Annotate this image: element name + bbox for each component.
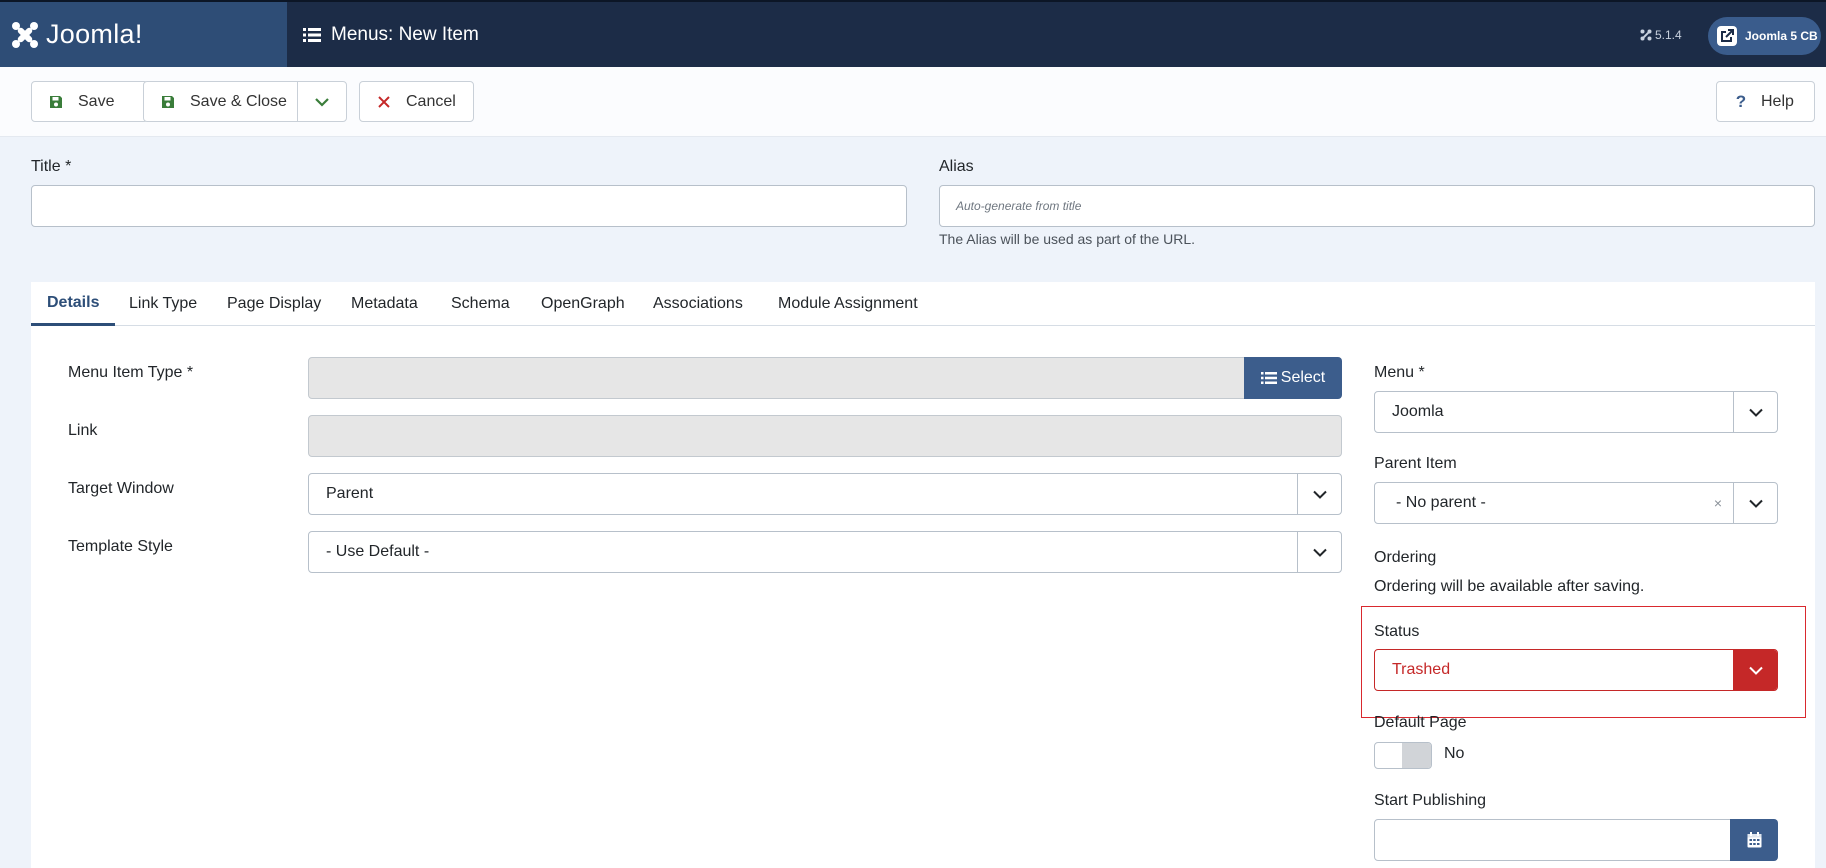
chevron-down-icon	[1297, 532, 1341, 572]
version-text: 5.1.4	[1655, 28, 1682, 42]
list-icon	[1260, 372, 1277, 384]
tab-metadata[interactable]: Metadata	[351, 282, 418, 326]
alias-input[interactable]: Auto-generate from title	[939, 185, 1815, 227]
menu-value: Joomla	[1392, 403, 1444, 420]
menu-label: Menu *	[1374, 364, 1425, 381]
save-close-label: Save & Close	[190, 92, 287, 110]
toggle-knob	[1402, 743, 1431, 768]
cancel-button[interactable]: Cancel	[359, 81, 474, 122]
tab-associations[interactable]: Associations	[653, 282, 743, 326]
tab-module-assignment[interactable]: Module Assignment	[778, 282, 918, 326]
save-label: Save	[78, 92, 115, 110]
target-window-select[interactable]: Parent	[308, 473, 1342, 515]
help-button[interactable]: ? Help	[1716, 81, 1815, 122]
chevron-down-icon	[315, 97, 329, 107]
cancel-label: Cancel	[406, 92, 456, 110]
start-publishing-input[interactable]	[1374, 819, 1731, 861]
ordering-label: Ordering	[1374, 549, 1437, 566]
version-label: 5.1.4	[1640, 28, 1682, 42]
chevron-down-icon	[1297, 474, 1341, 514]
select-button-label: Select	[1280, 369, 1326, 386]
list-icon	[303, 27, 321, 42]
chevron-down-icon	[1733, 650, 1777, 690]
status-select[interactable]: Trashed	[1374, 649, 1778, 691]
target-window-value: Parent	[326, 485, 374, 502]
menu-item-type-label: Menu Item Type *	[68, 364, 194, 381]
default-page-value: No	[1444, 745, 1465, 762]
alias-label: Alias	[939, 158, 974, 175]
view-site-button[interactable]: Joomla 5 CB	[1708, 17, 1821, 55]
top-header: Joomla! Menus: New Item 5.1.4 Joomla 5 C…	[0, 0, 1826, 67]
status-label: Status	[1374, 623, 1420, 640]
page-title: Menus: New Item	[303, 2, 479, 67]
parent-item-value: - No parent -	[1396, 494, 1486, 511]
tab-schema[interactable]: Schema	[451, 282, 510, 326]
tab-bar: Details Link Type Page Display Metadata …	[31, 282, 1815, 326]
save-options-dropdown[interactable]	[297, 81, 347, 122]
calendar-icon	[1747, 832, 1761, 848]
save-button[interactable]: Save	[31, 81, 148, 122]
save-icon	[48, 94, 64, 110]
link-label: Link	[68, 422, 98, 439]
status-value: Trashed	[1392, 661, 1451, 678]
title-input[interactable]	[31, 185, 907, 227]
clear-icon[interactable]: ×	[1714, 495, 1722, 511]
alias-placeholder: Auto-generate from title	[956, 199, 1082, 213]
site-link-text: Joomla 5 CB	[1745, 29, 1818, 43]
menu-item-type-field	[308, 357, 1245, 399]
parent-item-label: Parent Item	[1374, 455, 1457, 472]
joomla-small-icon	[1640, 29, 1652, 41]
calendar-button[interactable]	[1730, 819, 1778, 861]
save-icon	[160, 94, 176, 110]
tab-opengraph[interactable]: OpenGraph	[541, 282, 625, 326]
external-link-icon	[1717, 26, 1737, 46]
action-toolbar: Save Save & Close Cancel ? Help	[0, 67, 1826, 137]
save-close-button[interactable]: Save & Close	[143, 81, 298, 122]
help-label: Help	[1761, 92, 1794, 110]
template-style-value: - Use Default -	[326, 543, 430, 560]
title-label: Title *	[31, 158, 72, 175]
tab-details[interactable]: Details	[31, 282, 116, 326]
close-icon	[376, 94, 392, 110]
joomla-logo-icon	[12, 21, 38, 48]
joomla-logo[interactable]: Joomla!	[0, 2, 287, 67]
parent-item-select[interactable]: - No parent - ×	[1374, 482, 1778, 524]
tab-link-type[interactable]: Link Type	[129, 282, 197, 326]
link-field	[308, 415, 1342, 457]
target-window-label: Target Window	[68, 480, 174, 497]
chevron-down-icon	[1733, 483, 1777, 523]
template-style-label: Template Style	[68, 538, 173, 555]
question-icon: ?	[1735, 91, 1747, 111]
menu-select[interactable]: Joomla	[1374, 391, 1778, 433]
alias-help-text: The Alias will be used as part of the UR…	[939, 231, 1196, 247]
tab-page-display[interactable]: Page Display	[227, 282, 321, 326]
template-style-select[interactable]: - Use Default -	[308, 531, 1342, 573]
start-publishing-label: Start Publishing	[1374, 792, 1487, 809]
ordering-note: Ordering will be available after saving.	[1374, 578, 1645, 595]
page-title-text: Menus: New Item	[331, 23, 479, 45]
chevron-down-icon	[1733, 392, 1777, 432]
select-menu-item-type-button[interactable]: Select	[1244, 357, 1342, 399]
default-page-label: Default Page	[1374, 714, 1467, 731]
default-page-toggle[interactable]	[1374, 742, 1432, 769]
logo-text: Joomla!	[46, 19, 143, 49]
